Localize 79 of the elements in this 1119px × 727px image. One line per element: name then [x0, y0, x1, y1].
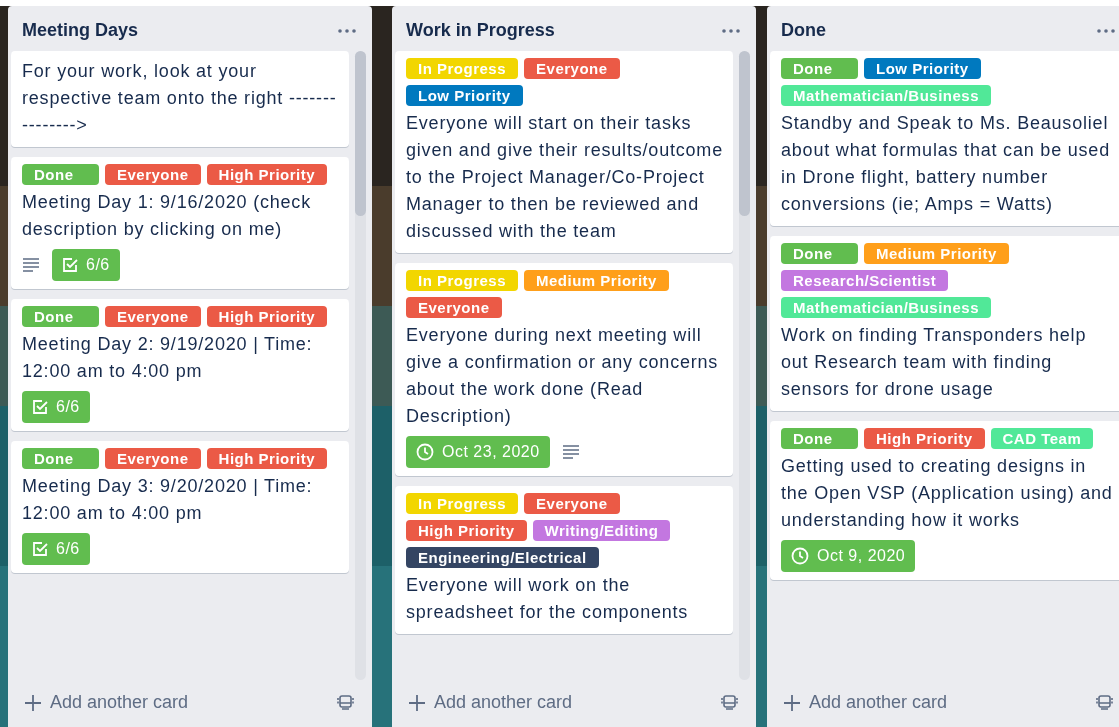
- card-label: Mathematician/Business: [781, 85, 992, 106]
- card[interactable]: Done Low Priority Mathematician/Business Standby and Speak to Ms. Beausoliel about what formulas that can be used in Drone flight, battery number conversions (ie; Amps = Watts): [770, 51, 1119, 226]
- card[interactable]: Done Medium Priority Research/Scientist Mathematician/Business Work on finding Transponders help out Research team with finding sensors for drone usage: [770, 236, 1119, 411]
- add-card-button[interactable]: Add another card: [408, 692, 573, 713]
- card-label: Done: [22, 306, 99, 327]
- card[interactable]: In Progress Medium Priority Everyone Everyone during next meeting will give a confirmation or any concerns about the work done (Read Description) Oct 23, 2020: [395, 263, 733, 476]
- due-date-badge: Oct 9, 2020: [781, 540, 916, 572]
- card-label: Engineering/Electrical: [406, 547, 599, 568]
- card[interactable]: Done High Priority CAD Team Getting used to creating designs in the Open VSP (Application using) and understanding how it works Oct 9, 2020: [770, 421, 1119, 580]
- card-label: Research/Scientist: [781, 270, 949, 291]
- card-title: Everyone will start on their tasks given and give their results/outcome to the Project Manager/Co-Project Manager to then be reviewed and discussed with the team: [406, 112, 723, 243]
- card-label: Medium Priority: [524, 270, 669, 291]
- card-label: High Priority: [864, 428, 985, 449]
- card[interactable]: In Progress Everyone High Priority Writing/Editing Engineering/Electrical Everyone will work on the spreadsheet for the components: [395, 486, 733, 634]
- clock-icon: [416, 443, 434, 461]
- card-label: Done: [22, 164, 99, 185]
- card-title: For your work, look at your respective team onto the right --------------->: [22, 60, 338, 137]
- checklist-badge: 6/6: [22, 391, 90, 423]
- card-label: Done: [22, 448, 99, 469]
- card-label: Medium Priority: [864, 243, 1009, 264]
- template-icon[interactable]: [721, 694, 738, 711]
- scrollbar[interactable]: [739, 51, 750, 680]
- card-label: Done: [781, 428, 858, 449]
- card-label: Everyone: [406, 297, 502, 318]
- plus-icon: [783, 693, 801, 712]
- due-date-badge: Oct 23, 2020: [406, 436, 550, 468]
- card-title: Everyone will work on the spreadsheet for the components: [406, 574, 690, 624]
- card[interactable]: Done Everyone High Priority Meeting Day 3: 9/20/2020 | Time: 12:00 am to 4:00 pm 6/6: [11, 441, 349, 573]
- card-label: Done: [781, 58, 858, 79]
- checkbox-icon: [62, 257, 78, 273]
- card-label: Everyone: [105, 448, 201, 469]
- card-label: Everyone: [524, 58, 620, 79]
- card-title: Work on finding Transponders help out Research team with finding sensors for drone usage: [781, 324, 1088, 401]
- plus-icon: [408, 693, 426, 712]
- plus-icon: [24, 693, 42, 712]
- card-label: Mathematician/Business: [781, 297, 992, 318]
- card-label: Everyone: [524, 493, 620, 514]
- card-label: High Priority: [206, 448, 328, 469]
- card-label: Everyone: [105, 164, 201, 185]
- checklist-badge: 6/6: [22, 533, 90, 565]
- card-label: Writing/Editing: [532, 520, 671, 541]
- card[interactable]: Done Everyone High Priority Meeting Day 1: 9/16/2020 (check description by clicking on me) 6/6: [11, 157, 349, 289]
- card[interactable]: In Progress Everyone Low Priority Everyone will start on their tasks given and give their results/outcome to the Project Manager/Co-Project Manager to then be reviewed and discussed with the team: [395, 51, 733, 253]
- list-title: Done: [781, 20, 826, 41]
- card-label: Done: [781, 243, 858, 264]
- card-title: Getting used to creating designs in the Open VSP (Application using) and understanding how it works: [781, 455, 1114, 532]
- card[interactable]: Done Everyone High Priority Meeting Day 2: 9/19/2020 | Time: 12:00 am to 4:00 pm 6/6: [11, 299, 349, 431]
- card-title: Meeting Day 2: 9/19/2020 | Time: 12:00 am to 4:00 pm: [22, 333, 314, 383]
- card[interactable]: For your work, look at your respective team onto the right --------------->: [11, 51, 349, 147]
- card-label: In Progress: [406, 58, 519, 79]
- card-title: Everyone during next meeting will give a confirmation or any concerns about the work done (Read Description): [406, 324, 720, 428]
- add-card-button[interactable]: Add another card: [24, 692, 189, 713]
- list-title: Meeting Days: [22, 20, 139, 41]
- description-icon: [22, 258, 40, 272]
- card-label: High Priority: [406, 520, 527, 541]
- card-label: Low Priority: [864, 58, 981, 79]
- card-label: Low Priority: [406, 85, 523, 106]
- card-label: High Priority: [206, 164, 328, 185]
- more-icon[interactable]: [1097, 28, 1115, 33]
- description-icon: [561, 445, 580, 459]
- list-title: Work in Progress: [406, 20, 555, 41]
- more-icon[interactable]: [338, 28, 356, 33]
- card-label: Everyone: [105, 306, 201, 327]
- card-label: CAD Team: [990, 428, 1094, 449]
- template-icon[interactable]: [1096, 694, 1113, 711]
- checklist-badge: 6/6: [52, 249, 120, 281]
- clock-icon: [791, 547, 809, 565]
- add-card-button[interactable]: Add another card: [783, 692, 948, 713]
- card-title: Standby and Speak to Ms. Beausoliel about what formulas that can be used in Drone flight, battery number conversions (ie; Amps = Watts): [781, 112, 1111, 216]
- scrollbar[interactable]: [355, 51, 366, 680]
- template-icon[interactable]: [337, 694, 354, 711]
- card-title: Meeting Day 3: 9/20/2020 | Time: 12:00 am to 4:00 pm: [22, 475, 314, 525]
- checkbox-icon: [32, 399, 48, 415]
- card-label: In Progress: [406, 270, 519, 291]
- more-icon[interactable]: [722, 28, 740, 33]
- card-title: Meeting Day 1: 9/16/2020 (check description by clicking on me): [22, 191, 312, 241]
- card-label: In Progress: [406, 493, 519, 514]
- checkbox-icon: [32, 541, 48, 557]
- card-label: High Priority: [206, 306, 328, 327]
